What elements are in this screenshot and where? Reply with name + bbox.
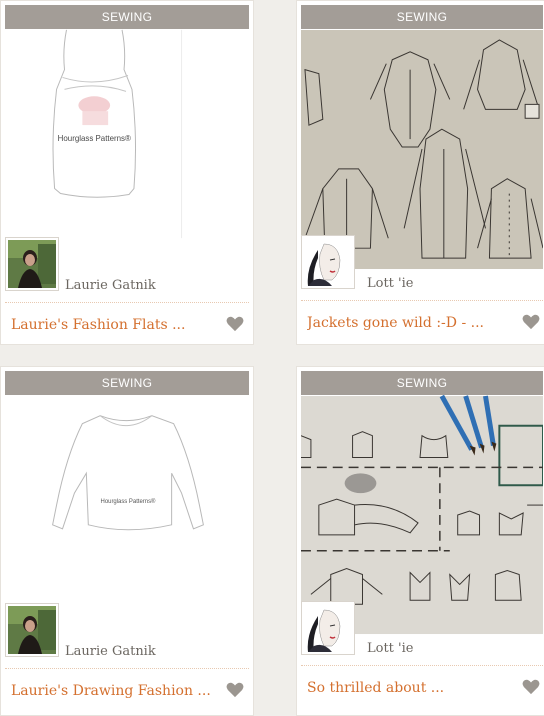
image-caption: Hourglass Patterns® bbox=[58, 134, 131, 143]
pin-image[interactable] bbox=[301, 29, 543, 270]
author-avatar[interactable] bbox=[301, 235, 355, 289]
person-portrait-icon bbox=[8, 606, 56, 654]
dress-sketch-image: Hourglass Patterns® bbox=[5, 29, 249, 239]
garment-sketches-image bbox=[301, 395, 543, 635]
like-button[interactable] bbox=[226, 316, 244, 332]
person-portrait-icon bbox=[8, 240, 56, 288]
pin-title-link[interactable]: Laurie's Fashion Flats ... bbox=[11, 317, 219, 333]
like-button[interactable] bbox=[522, 314, 540, 330]
divider bbox=[301, 665, 543, 666]
pin-card[interactable]: SEWING bbox=[296, 366, 544, 716]
jacket-sketches-image bbox=[301, 29, 543, 270]
pin-image[interactable]: Hourglass Patterns® bbox=[5, 395, 249, 610]
divider bbox=[5, 668, 249, 669]
like-button[interactable] bbox=[522, 679, 540, 695]
author-avatar[interactable] bbox=[5, 237, 59, 291]
category-label[interactable]: SEWING bbox=[301, 5, 543, 29]
heart-icon bbox=[226, 316, 244, 332]
divider bbox=[5, 302, 249, 303]
pin-card[interactable]: SEWING Hourglass Patterns® Laurie Gatnik… bbox=[0, 0, 254, 345]
divider bbox=[301, 300, 543, 301]
author-name[interactable]: Lott 'ie bbox=[367, 641, 413, 656]
pin-image[interactable]: Hourglass Patterns® bbox=[5, 29, 249, 239]
pin-title-link[interactable]: Laurie's Drawing Fashion ... bbox=[11, 683, 219, 699]
author-avatar[interactable] bbox=[301, 601, 355, 655]
like-button[interactable] bbox=[226, 682, 244, 698]
sketch-face-portrait-icon bbox=[304, 238, 352, 286]
heart-icon bbox=[226, 682, 244, 698]
top-sketch-image: Hourglass Patterns® bbox=[5, 395, 249, 610]
category-label[interactable]: SEWING bbox=[5, 371, 249, 395]
author-name[interactable]: Laurie Gatnik bbox=[65, 278, 156, 293]
author-avatar[interactable] bbox=[5, 603, 59, 657]
pin-title-link[interactable]: Jackets gone wild :-D - ... bbox=[307, 315, 513, 331]
pin-card[interactable]: SEWING bbox=[296, 0, 544, 345]
sketch-face-portrait-icon bbox=[304, 604, 352, 652]
image-caption: Hourglass Patterns® bbox=[101, 498, 156, 505]
author-name[interactable]: Lott 'ie bbox=[367, 276, 413, 291]
pin-card[interactable]: SEWING Hourglass Patterns® Laurie Gatnik… bbox=[0, 366, 254, 716]
heart-icon bbox=[522, 679, 540, 695]
category-label[interactable]: SEWING bbox=[301, 371, 543, 395]
author-name[interactable]: Laurie Gatnik bbox=[65, 644, 156, 659]
heart-icon bbox=[522, 314, 540, 330]
category-label[interactable]: SEWING bbox=[5, 5, 249, 29]
pin-title-link[interactable]: So thrilled about ... bbox=[307, 680, 513, 696]
pin-image[interactable] bbox=[301, 395, 543, 635]
